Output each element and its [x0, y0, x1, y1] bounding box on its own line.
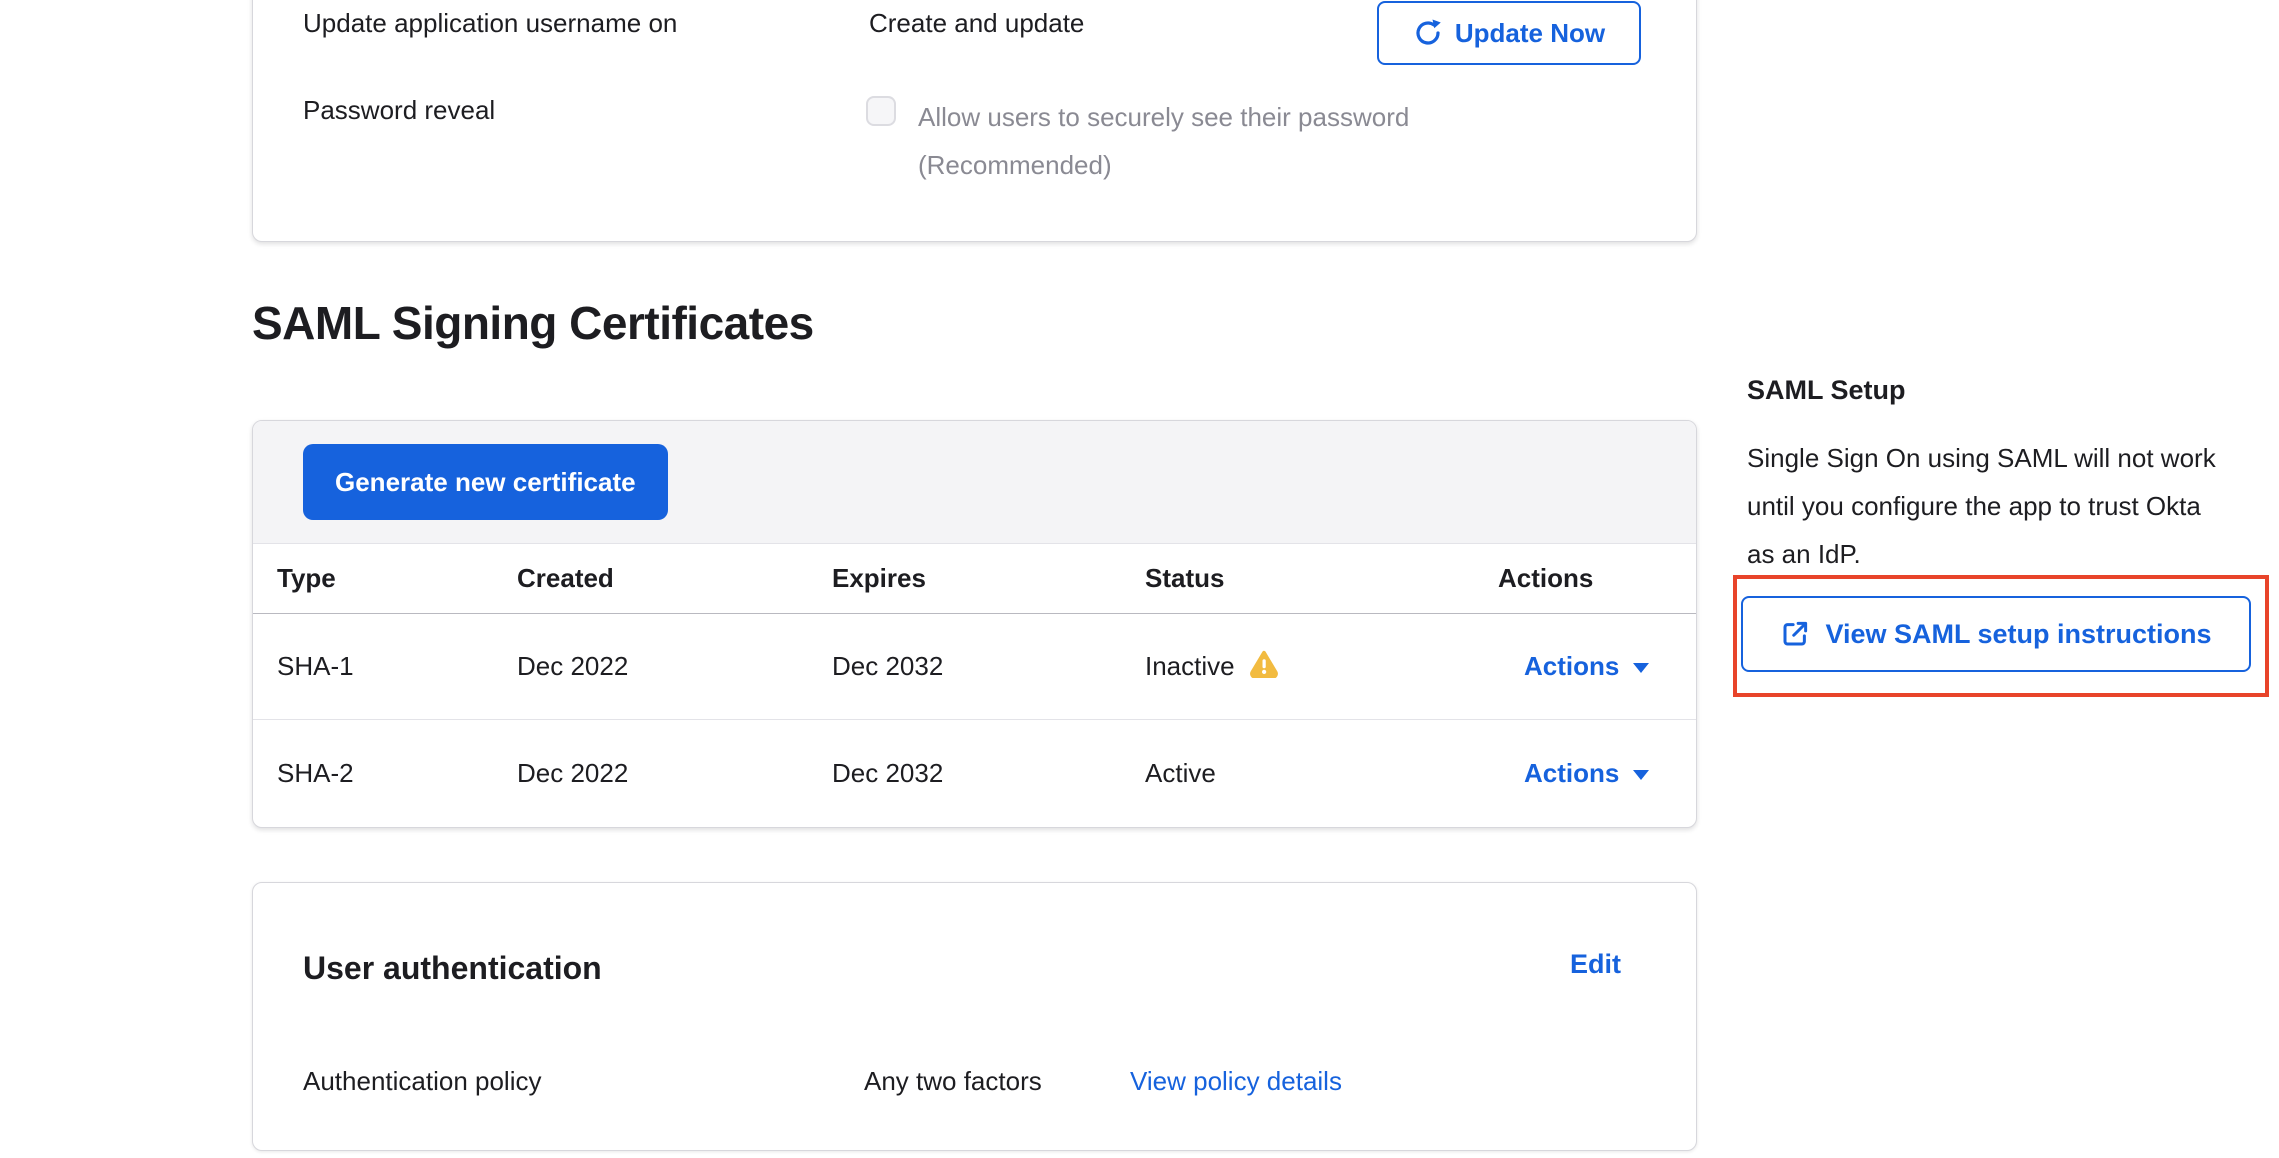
cert-created: Dec 2022: [493, 758, 808, 789]
view-policy-details-link[interactable]: View policy details: [1130, 1062, 1342, 1100]
saml-certificates-card: Generate new certificate Type Created Ex…: [252, 420, 1697, 828]
edit-link[interactable]: Edit: [1570, 949, 1621, 980]
table-row: SHA-1 Dec 2022 Dec 2032 Inactive Actions: [253, 614, 1696, 720]
authentication-policy-label: Authentication policy: [303, 1062, 541, 1100]
page-title: SAML Signing Certificates: [252, 296, 814, 350]
actions-menu-button[interactable]: Actions: [1474, 758, 1696, 789]
column-header-created: Created: [493, 563, 808, 594]
user-authentication-title: User authentication: [303, 947, 602, 989]
view-saml-setup-instructions-button[interactable]: View SAML setup instructions: [1741, 596, 2251, 672]
user-authentication-card: User authentication Edit Authentication …: [252, 882, 1697, 1151]
authentication-policy-value: Any two factors: [864, 1062, 1042, 1100]
password-reveal-checkbox-label: Allow users to securely see their passwo…: [918, 93, 1518, 189]
column-header-actions: Actions: [1474, 563, 1696, 594]
caret-down-icon: [1633, 770, 1649, 780]
column-header-status: Status: [1121, 563, 1474, 594]
cert-type: SHA-2: [253, 758, 493, 789]
username-update-label: Update application username on: [303, 4, 677, 42]
column-header-expires: Expires: [808, 563, 1121, 594]
username-update-value: Create and update: [869, 4, 1084, 42]
generate-certificate-button[interactable]: Generate new certificate: [303, 444, 668, 520]
saml-setup-description: Single Sign On using SAML will not work …: [1747, 434, 2227, 578]
cert-expires: Dec 2032: [808, 651, 1121, 682]
update-now-label: Update Now: [1455, 18, 1605, 49]
refresh-icon: [1413, 18, 1443, 48]
column-header-type: Type: [253, 563, 493, 594]
cert-status: Inactive: [1121, 648, 1474, 685]
update-now-button[interactable]: Update Now: [1377, 1, 1641, 65]
password-reveal-checkbox[interactable]: [866, 96, 896, 126]
certificates-table-header: Type Created Expires Status Actions: [253, 544, 1696, 614]
actions-menu-button[interactable]: Actions: [1474, 651, 1696, 682]
sign-on-settings-card: Update application username on Create an…: [252, 0, 1697, 242]
cert-expires: Dec 2032: [808, 758, 1121, 789]
certificates-toolbar: Generate new certificate: [253, 421, 1696, 544]
table-row: SHA-2 Dec 2022 Dec 2032 Active Actions: [253, 720, 1696, 826]
cert-status: Active: [1121, 758, 1474, 789]
cert-type: SHA-1: [253, 651, 493, 682]
external-link-icon: [1780, 619, 1810, 649]
warning-icon: [1249, 648, 1279, 685]
saml-setup-title: SAML Setup: [1747, 370, 1906, 410]
cert-created: Dec 2022: [493, 651, 808, 682]
caret-down-icon: [1633, 663, 1649, 673]
view-saml-setup-instructions-label: View SAML setup instructions: [1825, 619, 2211, 650]
password-reveal-label: Password reveal: [303, 91, 495, 129]
